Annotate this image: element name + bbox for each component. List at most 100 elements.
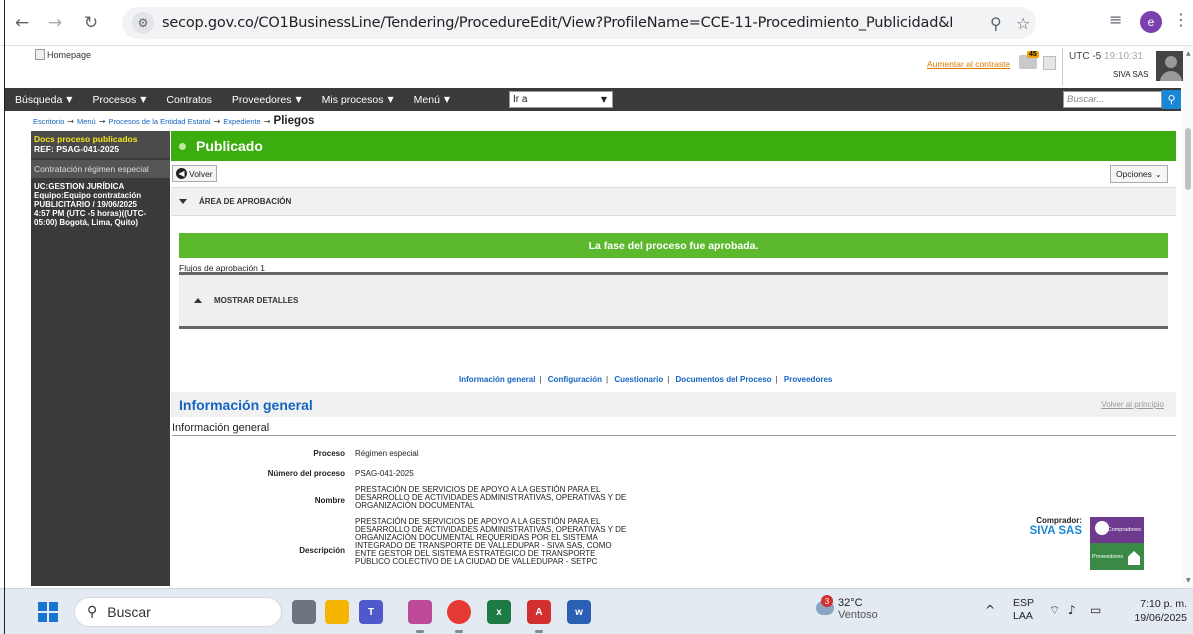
excel-icon[interactable]: x [487, 600, 511, 624]
scroll-up-icon[interactable]: ▲ [1186, 50, 1191, 57]
site-info-icon[interactable]: ⚙ [132, 12, 154, 34]
homepage-logo[interactable]: Homepage [35, 49, 91, 60]
sidebar-type: Contratación régimen especial [31, 160, 170, 178]
teams-icon[interactable]: T [359, 600, 383, 624]
menu-label: Proveedores [231, 93, 292, 106]
media-icon[interactable]: ≡ [1109, 10, 1122, 29]
options-label: Opciones [1116, 169, 1152, 179]
broken-image-icon [35, 49, 45, 60]
search-icon[interactable]: ⚲ [1162, 90, 1181, 109]
chevron-down-icon: ▼ [140, 95, 147, 104]
forward-arrow-icon[interactable]: → [42, 10, 68, 36]
word-icon[interactable]: w [567, 600, 591, 624]
breadcrumb-item[interactable]: Expediente [223, 117, 261, 126]
badge-bottom-label: Proveedores [1092, 553, 1124, 560]
chevron-down-icon: ⌄ [1154, 169, 1162, 179]
field-value-numero: PSAG-041-2025 [355, 469, 414, 478]
acrobat-icon[interactable]: A [527, 600, 551, 624]
chevron-down-icon: ▼ [295, 95, 302, 104]
link-documentos[interactable]: Documentos del Proceso [676, 375, 772, 384]
menu-contratos[interactable]: Contratos [156, 94, 222, 106]
buyer-name[interactable]: SIVA SAS [1010, 525, 1082, 537]
copilot-icon[interactable] [408, 600, 432, 624]
link-configuracion[interactable]: Configuración [548, 375, 602, 384]
link-cuestionario[interactable]: Cuestionario [614, 375, 663, 384]
url-text[interactable]: secop.gov.co/CO1BusinessLine/Tendering/P… [162, 15, 952, 31]
approval-section-toggle[interactable]: ÁREA DE APROBACIÓN [171, 187, 1176, 216]
goto-select[interactable]: Ir a ▼ [509, 91, 613, 108]
caret-down-icon [179, 199, 187, 204]
active-indicator [416, 630, 424, 633]
link-informacion-general[interactable]: Información general [459, 375, 535, 384]
avatar[interactable] [1156, 51, 1186, 81]
menu-icon[interactable]: ⋮ [1173, 10, 1189, 29]
chevron-up-icon[interactable]: ^ [985, 603, 995, 617]
battery-icon[interactable]: ▭ [1090, 603, 1101, 617]
options-button[interactable]: Opciones ⌄ [1110, 165, 1168, 183]
section-label: ÁREA DE APROBACIÓN [199, 197, 292, 206]
reload-icon[interactable]: ↻ [78, 10, 104, 36]
lang-primary: ESP [1013, 597, 1035, 609]
search-input[interactable]: Buscar... [1063, 91, 1162, 108]
menu-procesos[interactable]: Procesos ▼ [82, 94, 156, 106]
menu-menu[interactable]: Menú ▼ [404, 94, 460, 106]
text-line: ORGANIZACIÓN DOCUMENTAL [355, 501, 475, 510]
sidebar-team: Equipo:Equipo contratación [34, 191, 142, 200]
language-indicator[interactable]: ESP LAA [1013, 597, 1034, 623]
clock-time: 7:10 p. m. [1140, 598, 1187, 610]
windows-taskbar: ⚲ Buscar T x A w 3 32°C Ventoso ^ ESP LA… [0, 588, 1193, 634]
time-zone: UTC -5 [1069, 51, 1102, 62]
file-explorer-icon[interactable] [325, 600, 349, 624]
notes-icon[interactable] [1043, 56, 1056, 70]
profile-avatar[interactable]: e [1140, 11, 1162, 33]
arrow-right-icon: → [263, 116, 271, 126]
show-details-toggle[interactable]: MOSTRAR DETALLES [179, 272, 1168, 329]
task-view-icon[interactable] [292, 600, 316, 624]
buyer-label: Comprador: [1036, 516, 1082, 525]
field-value-descripcion: PRESTACIÓN DE SERVICIOS DE APOYO A LA GE… [355, 518, 626, 566]
active-indicator [455, 630, 463, 633]
star-icon[interactable]: ☆ [1016, 7, 1030, 39]
breadcrumb-item[interactable]: Menú [77, 117, 96, 126]
menu-proveedores[interactable]: Proveedores ▼ [222, 94, 312, 106]
address-bar[interactable]: ⚙ secop.gov.co/CO1BusinessLine/Tendering… [122, 7, 1036, 39]
scrollbar-thumb[interactable] [1185, 128, 1191, 190]
menu-mis-procesos[interactable]: Mis procesos ▼ [312, 94, 404, 106]
wifi-icon[interactable]: ⌔ [1049, 603, 1060, 618]
contrast-link[interactable]: Aumentar al contraste [927, 59, 1010, 69]
scroll-down-icon[interactable]: ▼ [1186, 577, 1191, 584]
weather-desc: Ventoso [838, 609, 878, 621]
zoom-icon[interactable]: ⚲ [990, 7, 1002, 39]
menu-label: Procesos [92, 93, 137, 106]
taskbar-search-label: Buscar [107, 604, 151, 620]
back-to-top-link[interactable]: Volver al principio [1101, 400, 1164, 409]
breadcrumb-item[interactable]: Procesos de la Entidad Estatal [108, 117, 210, 126]
menu-label: Búsqueda [15, 93, 63, 106]
caret-up-icon [194, 298, 202, 303]
info-general-header: Información general Volver al principio [171, 392, 1176, 417]
chevron-down-icon: ▼ [387, 95, 394, 104]
chrome-icon[interactable] [447, 600, 471, 624]
field-label-numero: Número del proceso [267, 469, 345, 478]
section-links: Información general | Configuración | Cues… [459, 375, 833, 384]
user-box[interactable]: UTC -5 19:10:31 SIVA SAS [1062, 48, 1188, 86]
back-arrow-icon[interactable]: ← [9, 10, 35, 36]
link-proveedores[interactable]: Proveedores [784, 375, 832, 384]
back-button[interactable]: ◀ Volver [172, 165, 217, 182]
taskbar-search[interactable]: ⚲ Buscar [74, 597, 282, 627]
main-menu: Búsqueda ▼ Procesos ▼ Contratos Proveedore… [5, 88, 1181, 111]
phase-approved-banner: La fase del proceso fue aprobada. [179, 233, 1168, 258]
volume-icon[interactable]: ♪ [1068, 603, 1076, 617]
breadcrumb-item[interactable]: Escritorio [33, 117, 64, 126]
page-scrollbar[interactable] [1183, 46, 1193, 588]
menu-busqueda[interactable]: Búsqueda ▼ [5, 94, 82, 106]
logo-alt-text: Homepage [47, 49, 92, 60]
section-title: Información general [179, 396, 313, 413]
back-circle-icon: ◀ [176, 168, 187, 179]
chevron-down-icon: ▼ [600, 95, 607, 104]
weather-temp: 32°C [838, 597, 863, 609]
system-clock[interactable]: 7:10 p. m. 19/06/2025 [1124, 597, 1187, 625]
weather-widget[interactable]: 32°C Ventoso [838, 597, 878, 621]
info-subheading: Información general [172, 422, 1176, 436]
windows-start-icon[interactable] [38, 602, 58, 622]
